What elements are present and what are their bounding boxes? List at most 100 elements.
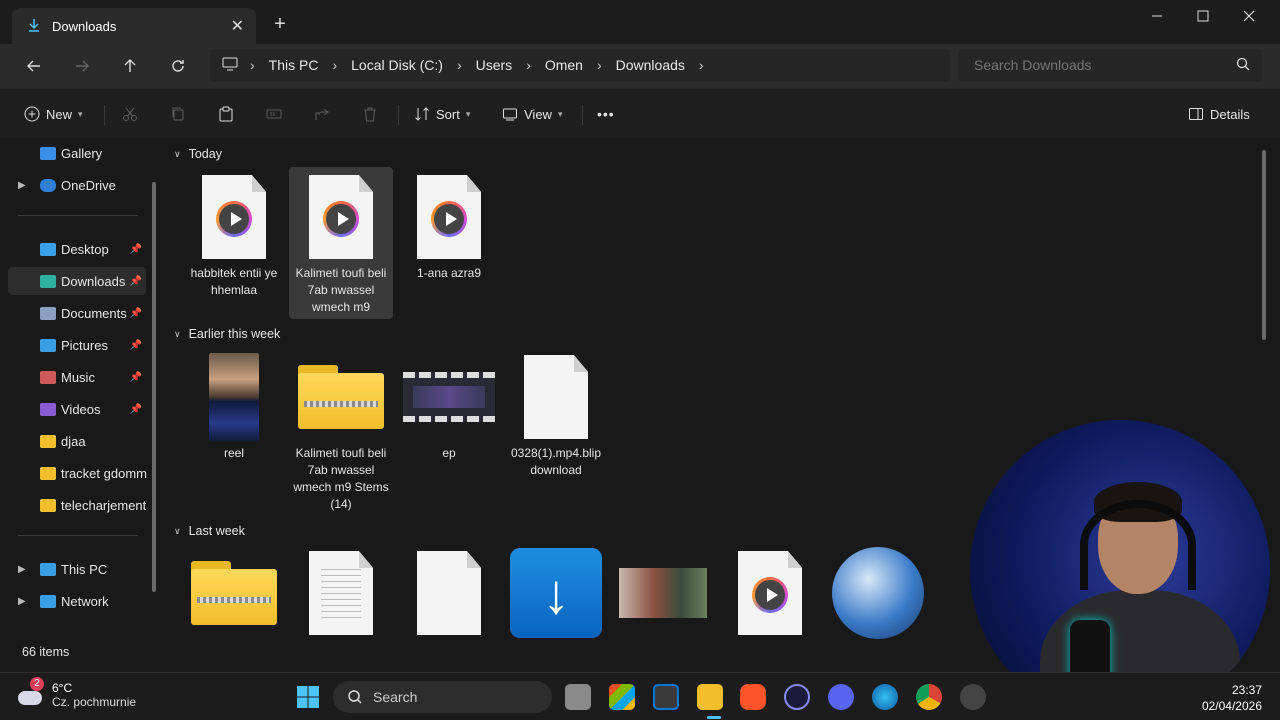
new-tab-button[interactable]: + (266, 10, 294, 38)
file-item[interactable] (718, 545, 822, 641)
file-item[interactable] (611, 545, 715, 641)
chevron-right-icon[interactable]: › (522, 57, 535, 73)
chevron-right-icon[interactable]: › (453, 57, 466, 73)
file-item[interactable]: ep (397, 349, 501, 462)
breadcrumb-omen[interactable]: Omen (535, 57, 593, 73)
up-button[interactable] (114, 50, 146, 82)
file-item[interactable]: Kalimeti toufi beli 7ab nwassel wmech m9… (289, 349, 393, 513)
file-item[interactable] (397, 545, 501, 641)
file-item[interactable] (182, 545, 286, 641)
new-button[interactable]: New ▾ (24, 99, 83, 129)
sidebar-item-documents[interactable]: Documents 📌 (8, 299, 146, 327)
cut-button[interactable] (122, 99, 138, 129)
minimize-button[interactable] (1134, 0, 1180, 32)
pin-icon[interactable]: 📌 (130, 308, 142, 319)
pin-icon[interactable]: 📌 (130, 276, 142, 287)
sidebar-item-telecharjement[interactable]: telecharjement 1 (8, 491, 149, 519)
chevron-down-icon: ▾ (465, 108, 471, 119)
brave-icon[interactable] (740, 684, 766, 710)
pin-icon[interactable]: 📌 (130, 404, 142, 415)
chrome-icon[interactable] (916, 684, 942, 710)
chevron-down-icon[interactable]: ∨ (174, 149, 181, 160)
close-window-button[interactable] (1226, 0, 1272, 32)
rename-button[interactable] (266, 99, 282, 129)
content-scrollbar[interactable] (1262, 150, 1266, 340)
file-item[interactable]: 1-ana azra9 (397, 169, 501, 282)
forward-button[interactable] (66, 50, 98, 82)
delete-button[interactable] (362, 99, 378, 129)
copy-icon (172, 107, 184, 121)
pin-icon[interactable]: 📌 (130, 372, 142, 383)
file-item[interactable] (289, 545, 393, 641)
close-tab-icon[interactable]: ✕ (231, 16, 244, 36)
sort-button[interactable]: Sort ▾ (414, 99, 470, 129)
weather-widget[interactable]: 2 6°C Cz. pochmurnie (18, 677, 136, 709)
obs-icon[interactable] (784, 684, 810, 710)
sidebar-item-onedrive[interactable]: ▶ OneDrive (8, 171, 146, 199)
file-item[interactable]: Kalimeti toufi beli 7ab nwassel wmech m9 (289, 167, 393, 319)
sidebar-item-gallery[interactable]: Gallery (8, 139, 146, 167)
breadcrumb-users[interactable]: Users (466, 57, 523, 73)
share-button[interactable] (314, 99, 330, 129)
task-view-icon[interactable] (565, 684, 591, 710)
paste-button[interactable] (218, 99, 234, 129)
chevron-right-icon[interactable]: › (246, 57, 259, 73)
refresh-button[interactable] (162, 50, 194, 82)
search-box[interactable] (958, 49, 1262, 81)
settings-gear-icon[interactable] (960, 684, 986, 710)
details-button[interactable]: Details (1188, 99, 1250, 129)
chevron-right-icon[interactable]: ▶ (18, 564, 26, 575)
windows-start-icon[interactable] (295, 684, 321, 710)
breadcrumb-local-disk[interactable]: Local Disk (C:) (341, 57, 453, 73)
maximize-button[interactable] (1180, 0, 1226, 32)
system-clock[interactable]: 23:37 02/04/2026 (1202, 682, 1262, 714)
pin-icon[interactable]: 📌 (130, 244, 142, 255)
edge-icon[interactable] (872, 684, 898, 710)
widgets-icon[interactable] (609, 684, 635, 710)
chevron-right-icon[interactable]: › (328, 57, 341, 73)
search-icon[interactable] (1236, 57, 1250, 74)
sidebar-item-this-pc[interactable]: ▶ This PC (8, 555, 146, 583)
desktop-icon (40, 242, 56, 256)
sidebar-item-pictures[interactable]: Pictures 📌 (8, 331, 146, 359)
file-explorer-icon[interactable] (697, 684, 723, 710)
chevron-right-icon[interactable]: › (593, 57, 606, 73)
audio-file-icon (289, 169, 393, 265)
sidebar-item-djaa[interactable]: djaa (8, 427, 146, 455)
chevron-down-icon[interactable]: ∨ (174, 329, 181, 340)
group-header-earlier-this-week[interactable]: ∨ Earlier this week (174, 327, 280, 341)
group-header-last-week[interactable]: ∨ Last week (174, 524, 245, 538)
search-input[interactable] (974, 57, 1236, 73)
group-header-today[interactable]: ∨ Today (174, 147, 222, 161)
file-item[interactable]: 0328(1).mp4.blip download (504, 349, 608, 479)
breadcrumb-downloads[interactable]: Downloads (606, 57, 695, 73)
file-item[interactable] (826, 545, 930, 641)
chevron-right-icon[interactable]: ▶ (18, 596, 26, 607)
pin-icon[interactable]: 📌 (130, 340, 142, 351)
file-item[interactable]: habbitek entii ye hhemlaa (182, 169, 286, 299)
chevron-down-icon[interactable]: ∨ (174, 526, 181, 537)
sidebar-item-downloads[interactable]: Downloads 📌 (8, 267, 146, 295)
sidebar-scrollbar[interactable] (152, 182, 156, 592)
chevron-right-icon[interactable]: › (695, 57, 708, 73)
sidebar-item-network[interactable]: ▶ Network (8, 587, 146, 615)
copy-button[interactable] (170, 99, 186, 129)
more-options-button[interactable]: ••• (597, 99, 615, 129)
view-button[interactable]: View ▾ (502, 99, 562, 129)
sidebar-item-music[interactable]: Music 📌 (8, 363, 146, 391)
sidebar-item-desktop[interactable]: Desktop 📌 (8, 235, 146, 263)
taskbar-search[interactable]: Search (333, 681, 552, 713)
rename-icon (266, 109, 282, 119)
file-item[interactable]: reel (182, 349, 286, 462)
breadcrumb[interactable]: › This PC › Local Disk (C:) › Users › Om… (210, 49, 950, 81)
file-item[interactable]: ↓ (504, 545, 608, 641)
back-button[interactable] (18, 50, 50, 82)
tab-downloads[interactable]: Downloads ✕ (12, 8, 256, 44)
chevron-right-icon[interactable]: ▶ (18, 180, 26, 191)
store-icon[interactable] (653, 684, 679, 710)
sidebar-item-tracket-gdomm[interactable]: tracket gdomm (8, 459, 147, 487)
breadcrumb-this-pc[interactable]: This PC (259, 57, 329, 73)
discord-icon[interactable] (828, 684, 854, 710)
sidebar-item-videos[interactable]: Videos 📌 (8, 395, 146, 423)
monitor-icon[interactable] (222, 57, 238, 74)
